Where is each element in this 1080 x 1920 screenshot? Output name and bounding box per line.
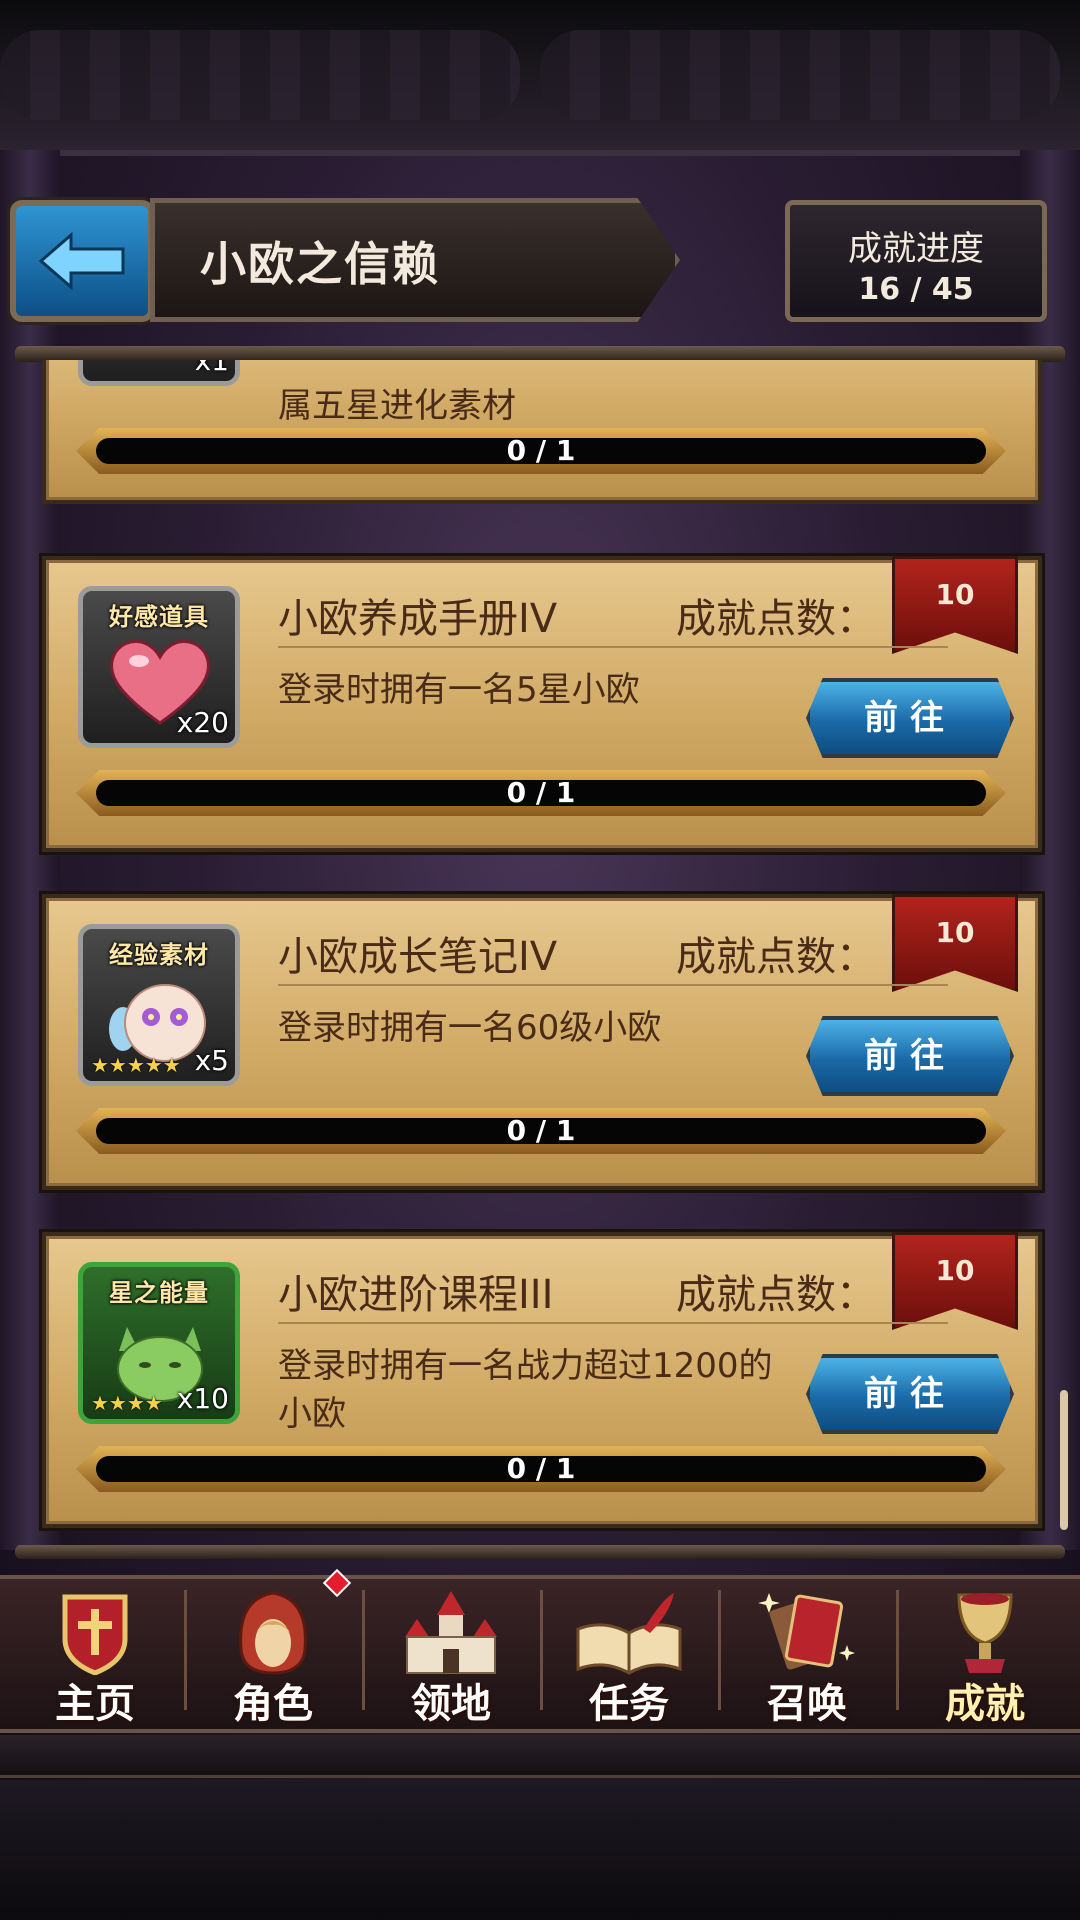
- points-label: 成就点数：: [676, 1272, 876, 1318]
- nav-label: 主页: [55, 1681, 135, 1727]
- points-ribbon: 10: [892, 556, 1018, 654]
- nav-label: 领地: [411, 1681, 491, 1727]
- achievement-card: 好感道具 x20 小欧养成手册IV 成就点数： 10 登录时拥有一名5星小欧 前…: [42, 556, 1042, 852]
- item-count: x20: [176, 706, 229, 739]
- go-button[interactable]: 前往: [806, 1354, 1014, 1434]
- nav-label: 成就: [945, 1681, 1025, 1727]
- nav-home[interactable]: 主页: [10, 1585, 180, 1727]
- achievement-description: 属五星进化素材: [278, 386, 516, 426]
- trophy-icon: [957, 1593, 1013, 1673]
- nav-summon[interactable]: 召唤: [722, 1585, 892, 1727]
- nav-label: 任务: [589, 1681, 669, 1727]
- progress-text: 0 / 1: [506, 1452, 576, 1485]
- achievement-description: 登录时拥有一名战力超过1200的小欧: [278, 1346, 773, 1434]
- list-scrollbar[interactable]: [1060, 1390, 1068, 1530]
- progress-text: 0 / 1: [506, 434, 576, 467]
- back-button[interactable]: [10, 200, 154, 322]
- list-top-border: [15, 346, 1065, 362]
- nav-label: 角色: [233, 1681, 313, 1727]
- item-tag: 经验素材: [109, 941, 209, 969]
- nav-territory[interactable]: 领地: [366, 1585, 536, 1727]
- exp-creature-icon: 经验素材 ★★★★★ x5: [78, 924, 240, 1086]
- item-tag: 好感道具: [109, 603, 209, 631]
- item-stars: ★★★★: [91, 1391, 163, 1415]
- summon-cards-icon: [758, 1593, 855, 1670]
- progress-value: 16 / 45: [858, 272, 974, 307]
- go-button[interactable]: 前往: [806, 678, 1014, 758]
- progress-text: 0 / 1: [506, 776, 576, 809]
- achievement-card: 星之能量 ★★★★ x10 小欧进阶课程III 成就点数： 10 登录时拥有一名…: [42, 1232, 1042, 1528]
- back-arrow-icon: [38, 231, 125, 291]
- home-shield-icon: [62, 1594, 128, 1675]
- points-label: 成就点数：: [676, 596, 876, 642]
- nav-quest[interactable]: 任务: [544, 1585, 714, 1727]
- achievement-card-partial: x1 属五星进化素材 0 / 1: [42, 360, 1042, 504]
- nav-character[interactable]: 角色: [188, 1585, 358, 1727]
- points-ribbon: 10: [892, 1232, 1018, 1330]
- bottom-decorative-frame: [0, 1780, 1080, 1920]
- points-label: 成就点数：: [676, 934, 876, 980]
- item-tag: 星之能量: [109, 1279, 209, 1307]
- go-button[interactable]: 前往: [806, 1016, 1014, 1096]
- achievement-description: 登录时拥有一名5星小欧: [278, 670, 640, 710]
- item-stars: ★★★★★: [91, 1053, 181, 1077]
- progress-text: 0 / 1: [506, 1114, 576, 1147]
- heart-icon: 好感道具 x20: [78, 586, 240, 748]
- item-count: x10: [176, 1382, 229, 1415]
- item-count: x5: [194, 1044, 229, 1077]
- achievement-progress-box: 成就进度 16 / 45: [785, 200, 1047, 322]
- achievement-description: 登录时拥有一名60级小欧: [278, 1008, 662, 1048]
- page-title: 小欧之信赖: [200, 237, 440, 291]
- quest-book-icon: [576, 1593, 682, 1675]
- star-energy-cat-icon: 星之能量 ★★★★ x10: [78, 1262, 240, 1424]
- achievement-title: 小欧成长笔记IV: [278, 934, 558, 980]
- nav-bottom-strip: [0, 1735, 1080, 1778]
- progress-label: 成就进度: [848, 229, 984, 269]
- top-decorative-frame: [0, 0, 1080, 156]
- nav-label: 召唤: [767, 1681, 847, 1727]
- nav-achievement[interactable]: 成就: [900, 1585, 1070, 1727]
- achievement-title: 小欧养成手册IV: [278, 596, 558, 642]
- achievement-title: 小欧进阶课程III: [278, 1272, 554, 1318]
- character-hood-icon: [239, 1591, 307, 1675]
- castle-icon: [405, 1591, 497, 1674]
- points-ribbon: 10: [892, 894, 1018, 992]
- achievement-card: 经验素材 ★★★★★ x5 小欧成长笔记IV 成就点数： 10 登录时拥有一名6…: [42, 894, 1042, 1190]
- list-bottom-border: [15, 1545, 1065, 1559]
